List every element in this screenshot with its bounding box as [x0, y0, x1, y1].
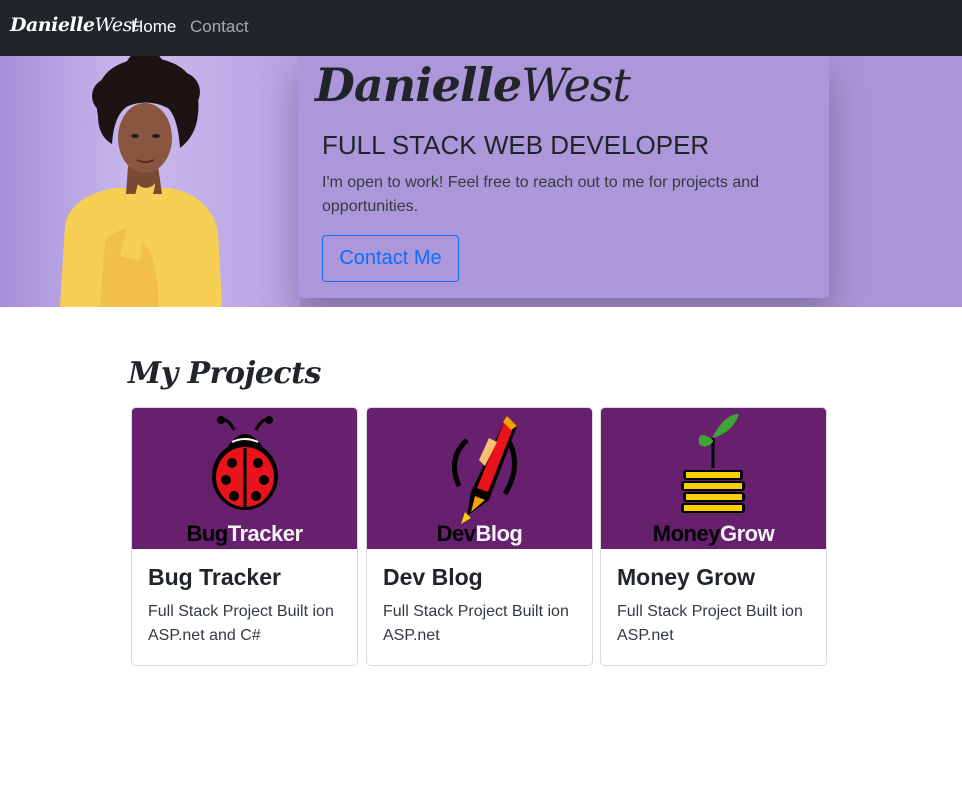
bug-tracker-logo-image: BugTracker	[132, 408, 357, 549]
hero-first-name: Danielle	[315, 58, 522, 112]
money-grow-logo-image: MoneyGrow	[601, 408, 826, 549]
card-description: Full Stack Project Built ion ASP.net and…	[148, 603, 334, 644]
hero-card: DanielleWest FULL STACK WEB DEVELOPER I'…	[298, 56, 829, 298]
card-description: Full Stack Project Built ion ASP.net	[383, 603, 569, 644]
logo-text-light: Blog	[475, 521, 523, 546]
brand-logo[interactable]: DanielleWest	[10, 14, 140, 36]
portrait-image	[60, 56, 222, 307]
nav-link-home[interactable]: Home	[131, 17, 176, 37]
nav-link-contact[interactable]: Contact	[190, 17, 249, 37]
brand-first-name: Danielle	[10, 14, 95, 36]
projects-heading: My Projects	[128, 356, 321, 391]
project-card-dev-blog[interactable]: DevBlog Dev Blog Full Stack Project Buil…	[366, 407, 593, 666]
ladybug-icon	[212, 416, 278, 510]
logo-text-dark: Money	[652, 521, 721, 546]
hero-last-name: West	[521, 58, 631, 112]
bug-tracker-logo-text: BugTracker	[132, 521, 357, 547]
card-title: Dev Blog	[383, 564, 483, 590]
card-description: Full Stack Project Built ion ASP.net	[617, 603, 803, 644]
logo-text-light: Grow	[719, 521, 775, 546]
logo-text-dark: Dev	[436, 521, 476, 546]
hero-title: FULL STACK WEB DEVELOPER	[322, 130, 710, 160]
logo-text-dark: Bug	[186, 521, 228, 546]
dev-blog-logo-text: DevBlog	[367, 521, 592, 547]
project-card-bug-tracker[interactable]: BugTracker Bug Tracker Full Stack Projec…	[131, 407, 358, 666]
hero-name: DanielleWest	[315, 58, 631, 112]
card-title: Bug Tracker	[148, 564, 281, 590]
project-card-money-grow[interactable]: MoneyGrow Money Grow Full Stack Project …	[600, 407, 827, 666]
rocket-pencil-icon	[452, 416, 517, 524]
dev-blog-logo-image: DevBlog	[367, 408, 592, 549]
hero-description: I'm open to work! Feel free to reach out…	[322, 174, 760, 215]
money-grow-logo-text: MoneyGrow	[601, 521, 826, 547]
navbar: DanielleWest Home Contact	[0, 0, 962, 56]
logo-text-light: Tracker	[227, 521, 303, 546]
hero-section: DanielleWest FULL STACK WEB DEVELOPER I'…	[0, 56, 962, 307]
card-title: Money Grow	[617, 564, 756, 590]
contact-me-button[interactable]: Contact Me	[322, 235, 459, 282]
coin-sprout-icon	[681, 414, 745, 513]
